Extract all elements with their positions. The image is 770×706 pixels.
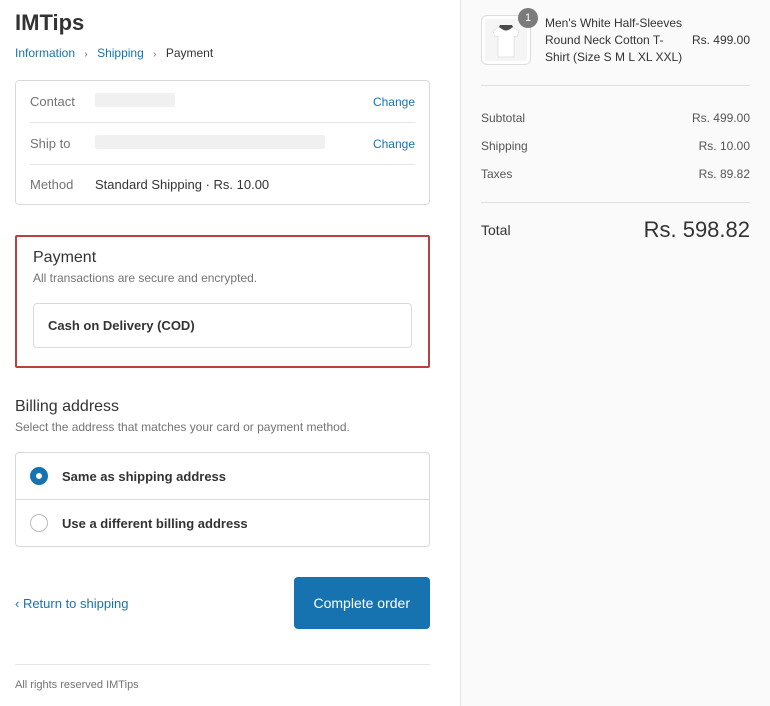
review-method-label: Method	[30, 177, 95, 192]
return-to-shipping-link[interactable]: ‹ Return to shipping	[15, 596, 128, 611]
payment-option-cod[interactable]: Cash on Delivery (COD)	[33, 303, 412, 348]
subtotal-row: Subtotal Rs. 499.00	[481, 104, 750, 132]
billing-same-option[interactable]: Same as shipping address	[16, 453, 429, 500]
payment-section: Payment All transactions are secure and …	[15, 235, 430, 368]
billing-radio-group: Same as shipping address Use a different…	[15, 452, 430, 547]
breadcrumb-shipping[interactable]: Shipping	[97, 46, 144, 60]
chevron-right-icon: ›	[153, 49, 156, 60]
footer-actions: ‹ Return to shipping Complete order	[15, 577, 430, 629]
footer-text: All rights reserved IMTips	[15, 664, 430, 691]
shipping-value: Rs. 10.00	[699, 139, 750, 153]
checkout-main: IMTips Information › Shipping › Payment …	[0, 0, 460, 706]
breadcrumb-information[interactable]: Information	[15, 46, 75, 60]
review-shipto-label: Ship to	[30, 136, 95, 151]
review-contact-row: Contact Change	[30, 81, 415, 123]
taxes-label: Taxes	[481, 167, 512, 181]
change-contact-link[interactable]: Change	[373, 95, 415, 109]
radio-selected-icon	[30, 467, 48, 485]
radio-empty-icon	[30, 514, 48, 532]
review-contact-value	[95, 93, 373, 110]
product-price: Rs. 499.00	[692, 33, 750, 47]
order-summary: 1 Men's White Half-Sleeves Round Neck Co…	[460, 0, 770, 706]
review-contact-label: Contact	[30, 94, 95, 109]
billing-section: Billing address Select the address that …	[15, 398, 430, 547]
review-method-value: Standard Shipping · Rs. 10.00	[95, 177, 415, 192]
store-name: IMTips	[15, 10, 430, 36]
product-thumbnail: 1	[481, 15, 531, 65]
shipping-row: Shipping Rs. 10.00	[481, 132, 750, 160]
product-row: 1 Men's White Half-Sleeves Round Neck Co…	[481, 15, 750, 86]
quantity-badge: 1	[518, 8, 538, 28]
billing-subtext: Select the address that matches your car…	[15, 420, 430, 434]
complete-order-button[interactable]: Complete order	[294, 577, 431, 629]
billing-different-label: Use a different billing address	[62, 516, 248, 531]
subtotal-value: Rs. 499.00	[692, 111, 750, 125]
billing-same-label: Same as shipping address	[62, 469, 226, 484]
review-method-row: Method Standard Shipping · Rs. 10.00	[30, 165, 415, 204]
payment-heading: Payment	[33, 249, 412, 267]
billing-different-option[interactable]: Use a different billing address	[16, 500, 429, 546]
billing-heading: Billing address	[15, 398, 430, 416]
product-name: Men's White Half-Sleeves Round Neck Cott…	[545, 15, 692, 65]
breadcrumb: Information › Shipping › Payment	[15, 46, 430, 60]
review-shipto-value	[95, 135, 373, 152]
breadcrumb-payment: Payment	[166, 46, 213, 60]
summary-divider	[481, 202, 750, 203]
chevron-right-icon: ›	[84, 49, 87, 60]
change-shipto-link[interactable]: Change	[373, 137, 415, 151]
review-shipto-row: Ship to Change	[30, 123, 415, 165]
taxes-value: Rs. 89.82	[699, 167, 750, 181]
total-value: Rs. 598.82	[644, 217, 750, 243]
subtotal-label: Subtotal	[481, 111, 525, 125]
review-box: Contact Change Ship to Change Method Sta…	[15, 80, 430, 205]
taxes-row: Taxes Rs. 89.82	[481, 160, 750, 188]
total-label: Total	[481, 222, 511, 238]
payment-subtext: All transactions are secure and encrypte…	[33, 271, 412, 285]
total-row: Total Rs. 598.82	[481, 217, 750, 243]
shipping-label: Shipping	[481, 139, 528, 153]
